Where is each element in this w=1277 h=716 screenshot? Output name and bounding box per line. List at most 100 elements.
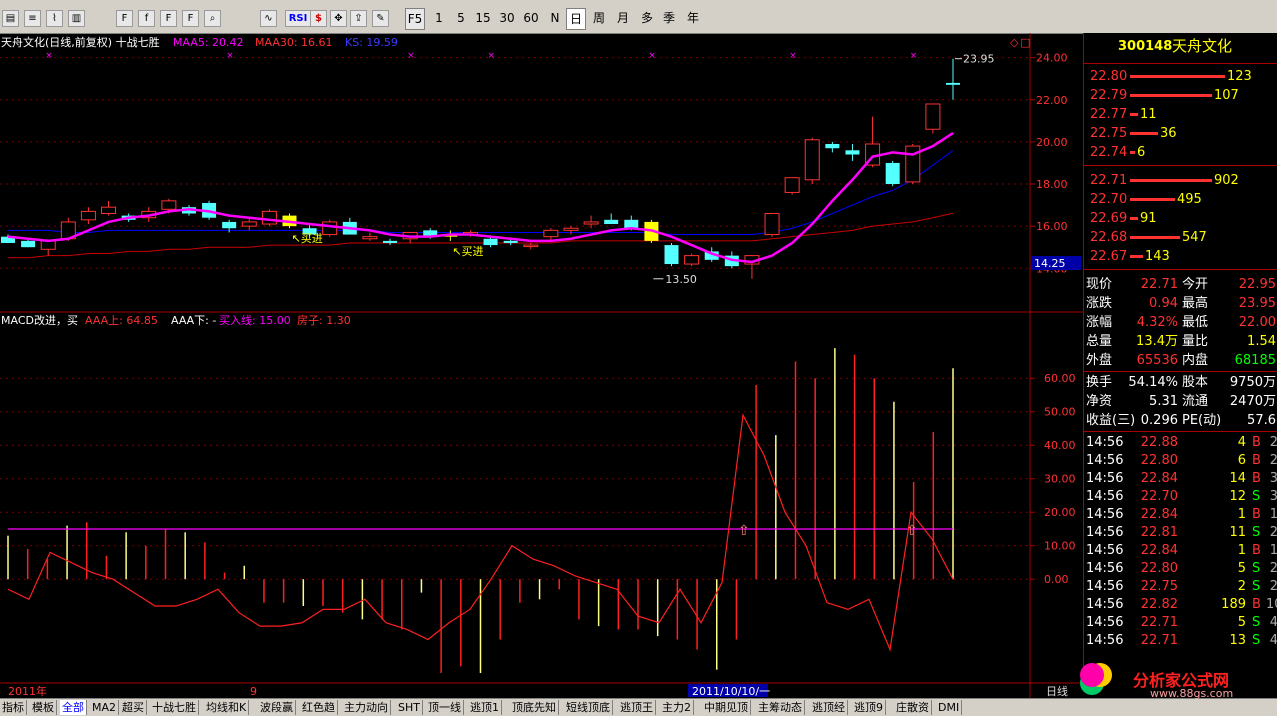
- pen-icon[interactable]: ✎: [372, 10, 389, 27]
- indicator-tab[interactable]: 逃顶王: [618, 700, 656, 715]
- wave-icon[interactable]: ∿: [260, 10, 277, 27]
- indicator-tab[interactable]: 顶一线: [426, 700, 464, 715]
- indicator-tab[interactable]: MA2: [90, 700, 120, 715]
- period-tab-6[interactable]: 日: [566, 8, 586, 30]
- indicator-tab[interactable]: SHT: [396, 700, 423, 715]
- tick-count: 10: [1266, 597, 1277, 612]
- quote-value: 22.71: [1140, 277, 1178, 292]
- dollar-icon[interactable]: $: [310, 10, 327, 27]
- buy-signal-label: ↖买进: [452, 245, 483, 258]
- period-tab-10[interactable]: 季: [660, 8, 678, 28]
- tick-volume: 2: [1237, 579, 1246, 594]
- order-book-volume: 36: [1160, 126, 1177, 141]
- indicator-tab[interactable]: 庄散资: [894, 700, 932, 715]
- chart-area[interactable]: 24.0022.0020.0018.0016.0014.0014.25天舟文化(…: [0, 33, 1083, 698]
- move-icon[interactable]: ✥: [330, 10, 347, 27]
- candle-body: [161, 200, 177, 210]
- tick-count: 4: [1269, 615, 1277, 630]
- candle-body: [925, 103, 941, 130]
- chart-icon[interactable]: ⌇: [46, 10, 63, 27]
- indicator-tab[interactable]: 短线顶底: [564, 700, 613, 715]
- fq-icon[interactable]: F: [182, 10, 199, 27]
- period-tab-4[interactable]: 60: [522, 8, 540, 28]
- quote-value: 23.95: [1238, 296, 1276, 311]
- indicator-tab[interactable]: 红色趋: [300, 700, 338, 715]
- candle-body: [804, 139, 820, 181]
- indicator-tab[interactable]: 主筹动态: [756, 700, 805, 715]
- candle-body: [523, 244, 539, 248]
- tick-price: 22.71: [1140, 633, 1178, 648]
- macd-legend-buy-line-label: 买入线: 15.00: [219, 313, 291, 327]
- indicator-tab[interactable]: 全部: [60, 700, 87, 715]
- indicator-tab[interactable]: 逃顶1: [468, 700, 502, 715]
- indicator-tab[interactable]: 十战七胜: [150, 700, 199, 715]
- period-tab-9[interactable]: 多: [638, 8, 656, 28]
- fx-icon[interactable]: f: [138, 10, 155, 27]
- macd-y-tick: 0.00: [1044, 573, 1069, 586]
- f5-button[interactable]: F5: [405, 8, 425, 30]
- list-icon[interactable]: ≡: [24, 10, 41, 27]
- indicator-tab[interactable]: 顶底先知: [510, 700, 559, 715]
- indicator-tab[interactable]: 逃顶经: [810, 700, 848, 715]
- tick-count: 1: [1269, 507, 1277, 522]
- indicator-tab[interactable]: DMI: [936, 700, 963, 715]
- tick-time: 14:56: [1086, 597, 1124, 612]
- quote-panel: 300148 天舟文化 22.80 123 22.79 107 22.77 11 22.75 36…: [1083, 33, 1277, 683]
- x-axis-label: 9: [250, 685, 257, 698]
- period-tab-8[interactable]: 月: [614, 8, 632, 28]
- indicator-tab[interactable]: 均线和K: [204, 700, 250, 715]
- indicator-tab[interactable]: 主力动向: [342, 700, 391, 715]
- fz-icon[interactable]: F: [160, 10, 177, 27]
- main-y-tick: 22.00: [1036, 94, 1068, 107]
- candle-body: [825, 143, 840, 149]
- candle-icon[interactable]: ▥: [68, 10, 85, 27]
- stat-value: 2470万: [1229, 394, 1276, 409]
- x-axis-label: 2011年: [8, 684, 47, 698]
- candle-body: [845, 150, 860, 155]
- find-icon[interactable]: ⌕: [204, 10, 221, 27]
- signal-x-marker: ×: [226, 51, 234, 61]
- order-book-bar: [1130, 94, 1212, 97]
- candle-body: [664, 245, 679, 265]
- indicator-tab[interactable]: 指标: [0, 700, 27, 715]
- fn-icon[interactable]: F: [116, 10, 133, 27]
- tick-time: 14:56: [1086, 633, 1124, 648]
- candle-body: [483, 238, 498, 246]
- indicator-tab[interactable]: 逃顶9: [852, 700, 886, 715]
- order-book-volume: 902: [1214, 173, 1239, 188]
- tick-volume: 1: [1237, 543, 1246, 558]
- tick-price: 22.84: [1140, 543, 1178, 558]
- macd-legend-house-label: 房子: 1.30: [297, 314, 351, 327]
- period-tab-1[interactable]: 5: [452, 8, 470, 28]
- order-book-bar: [1130, 75, 1225, 78]
- main-y-tick: 16.00: [1036, 220, 1068, 233]
- sep: [1084, 269, 1277, 270]
- candle-body: [80, 210, 96, 221]
- candle-body: [21, 240, 36, 248]
- period-tab-11[interactable]: 年: [684, 8, 702, 28]
- macd-legend-aaa-up-label: AAA上: 64.85: [85, 314, 158, 327]
- period-tab-0[interactable]: 1: [430, 8, 448, 28]
- indicator-tab[interactable]: 超买: [120, 700, 147, 715]
- export-icon[interactable]: ⇪: [350, 10, 367, 27]
- period-tab-7[interactable]: 周: [590, 8, 608, 28]
- period-tab-2[interactable]: 15: [474, 8, 492, 28]
- indicator-tab[interactable]: 主力2: [660, 700, 694, 715]
- main-legend-title: 天舟文化(日线,前复权) 十战七胜: [1, 35, 160, 49]
- indicator-tab[interactable]: 模板: [30, 700, 57, 715]
- signal-x-marker: ×: [407, 51, 415, 61]
- order-book-volume: 11: [1140, 107, 1157, 122]
- macd-y-tick: 60.00: [1044, 372, 1076, 385]
- table-icon[interactable]: ▤: [2, 10, 19, 27]
- period-tab-3[interactable]: 30: [498, 8, 516, 28]
- indicator-tab[interactable]: 波段赢: [258, 700, 296, 715]
- rsi-icon[interactable]: RSI: [285, 10, 311, 27]
- indicator-tab[interactable]: 中期见顶: [702, 700, 751, 715]
- order-book-bar: [1130, 217, 1138, 220]
- tick-price: 22.80: [1140, 453, 1178, 468]
- candle-body: [604, 219, 619, 225]
- main-legend-ks-label: KS: 19.59: [345, 36, 398, 49]
- quote-value: 0.94: [1149, 296, 1178, 311]
- period-tab-5[interactable]: N: [546, 8, 564, 28]
- candle-body: [241, 221, 257, 227]
